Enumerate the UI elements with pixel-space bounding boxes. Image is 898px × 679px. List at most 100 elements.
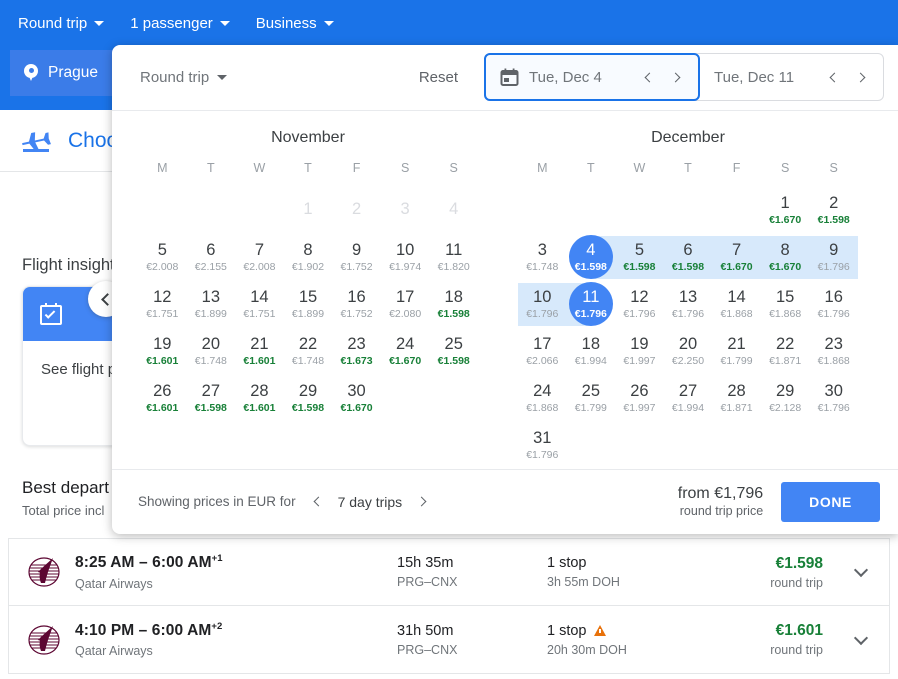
calendar-check-icon [40,303,62,325]
day-number: 6 [683,240,693,259]
day-price: €1.997 [623,401,656,414]
day-cell[interactable]: 20 €1.748 [187,328,236,375]
day-cell[interactable]: 11 €1.796 [566,281,616,328]
trip-length-next-button[interactable] [414,494,430,510]
day-cell[interactable]: 7 €2.008 [235,234,284,281]
day-price: €1.670 [769,213,802,226]
day-price: €1.899 [194,307,227,320]
day-cell[interactable]: 24 €1.868 [518,375,567,422]
day-cell[interactable]: 10 €1.974 [381,234,430,281]
flight-times-block: 8:25 AM – 6:00 AM+1 Qatar Airways [67,553,397,590]
day-cell[interactable]: 12 €1.796 [615,281,664,328]
day-cell[interactable]: 21 €1.601 [235,328,284,375]
airline-logo [21,624,67,656]
day-cell[interactable]: 15 €1.868 [761,281,810,328]
day-cell[interactable]: 22 €1.871 [761,328,810,375]
day-number: 26 [630,381,649,400]
origin-label: Prague [48,64,98,81]
weekday-label: M [157,160,168,175]
day-cell[interactable]: 9 €1.752 [332,234,381,281]
day-price: €1.748 [526,260,559,273]
day-grid: 1 €1.670 2 €1.598 3 €1.748 4 €1.598 5 €1.598 6 €1.5… [518,187,858,469]
day-cell[interactable]: 13 €1.796 [664,281,713,328]
expand-flight-button[interactable] [839,562,883,578]
return-date-field[interactable]: Tue, Dec 11 [700,53,883,101]
day-cell[interactable]: 17 €2.080 [381,281,430,328]
day-cell[interactable]: 24 €1.670 [381,328,430,375]
day-cell[interactable]: 11 €1.820 [429,234,478,281]
day-cell[interactable]: 3 €1.748 [518,234,567,281]
empty-day-cell [235,187,284,234]
day-cell[interactable]: 5 €1.598 [615,234,664,281]
day-cell[interactable]: 8 €1.902 [284,234,333,281]
day-cell[interactable]: 16 €1.752 [332,281,381,328]
day-cell[interactable]: 23 €1.673 [332,328,381,375]
day-cell[interactable]: 31 €1.796 [518,422,567,469]
day-cell[interactable]: 19 €1.997 [615,328,664,375]
day-number: 17 [395,287,415,306]
day-cell[interactable]: 30 €1.670 [332,375,381,422]
departure-prev-day-button[interactable] [640,69,656,85]
day-cell[interactable]: 19 €1.601 [138,328,187,375]
done-button[interactable]: DONE [781,481,880,522]
day-cell[interactable]: 1 €1.670 [761,187,810,234]
flight-result-row[interactable]: 8:25 AM – 6:00 AM+1 Qatar Airways 15h 35m P… [8,538,890,606]
trip-type-dropdown[interactable]: Round trip [18,15,105,32]
day-cell[interactable]: 22 €1.748 [284,328,333,375]
day-cell[interactable]: 4 €1.598 [567,234,616,281]
day-cell[interactable]: 28 €1.871 [712,375,761,422]
day-cell[interactable]: 18 €1.994 [567,328,616,375]
flight-result-row[interactable]: 4:10 PM – 6:00 AM+2 Qatar Airways 31h 50m P… [8,606,890,674]
day-cell[interactable]: 28 €1.601 [235,375,284,422]
day-cell[interactable]: 30 €1.796 [809,375,858,422]
day-cell[interactable]: 5 €2.008 [138,234,187,281]
departure-next-day-button[interactable] [668,69,684,85]
passengers-dropdown[interactable]: 1 passenger [130,15,230,32]
day-cell[interactable]: 6 €2.155 [187,234,236,281]
departing-plane-icon [22,131,51,152]
day-cell[interactable]: 26 €1.997 [615,375,664,422]
day-cell[interactable]: 20 €2.250 [664,328,713,375]
trip-length-prev-button[interactable] [310,494,326,510]
return-next-day-button[interactable] [853,69,869,85]
day-cell[interactable]: 14 €1.868 [712,281,761,328]
day-cell[interactable]: 26 €1.601 [138,375,187,422]
day-price: €2.080 [389,307,422,320]
day-cell[interactable]: 9 €1.796 [809,234,858,281]
return-prev-day-button[interactable] [825,69,841,85]
day-cell[interactable]: 25 €1.598 [429,328,478,375]
cabin-class-dropdown[interactable]: Business [256,15,334,32]
day-cell[interactable]: 6 €1.598 [663,234,713,281]
day-number: 10 [395,240,415,259]
day-cell[interactable]: 23 €1.868 [809,328,858,375]
day-cell[interactable]: 2 €1.598 [809,187,858,234]
origin-field[interactable]: Prague [10,50,116,96]
day-cell[interactable]: 10 €1.796 [518,281,567,328]
day-price: €1.994 [574,354,607,367]
day-price: €1.670 [720,260,753,273]
flight-results-list: 8:25 AM – 6:00 AM+1 Qatar Airways 15h 35m P… [8,538,890,674]
day-cell[interactable]: 12 €1.751 [138,281,187,328]
day-cell[interactable]: 15 €1.899 [284,281,333,328]
day-price: €1.598 [671,260,705,273]
day-cell[interactable]: 13 €1.899 [187,281,236,328]
location-pin-icon [24,64,38,82]
departure-date-field[interactable]: Tue, Dec 4 [484,53,700,102]
day-cell[interactable]: 18 €1.598 [429,281,478,328]
expand-flight-button[interactable] [839,630,883,645]
day-cell[interactable]: 27 €1.994 [664,375,713,422]
day-cell[interactable]: 16 €1.796 [809,281,858,328]
day-cell[interactable]: 21 €1.799 [712,328,761,375]
day-cell[interactable]: 8 €1.670 [760,234,810,281]
day-cell[interactable]: 14 €1.751 [235,281,284,328]
dialog-trip-type-dropdown[interactable]: Round trip [140,69,228,86]
day-cell[interactable]: 29 €1.598 [284,375,333,422]
day-cell[interactable]: 7 €1.670 [712,234,761,281]
day-price: €1.670 [389,354,422,367]
day-cell[interactable]: 27 €1.598 [187,375,236,422]
day-cell[interactable]: 17 €2.066 [518,328,567,375]
empty-day-cell [664,187,713,234]
day-cell[interactable]: 29 €2.128 [761,375,810,422]
reset-button[interactable]: Reset [419,69,458,86]
day-cell[interactable]: 25 €1.799 [567,375,616,422]
